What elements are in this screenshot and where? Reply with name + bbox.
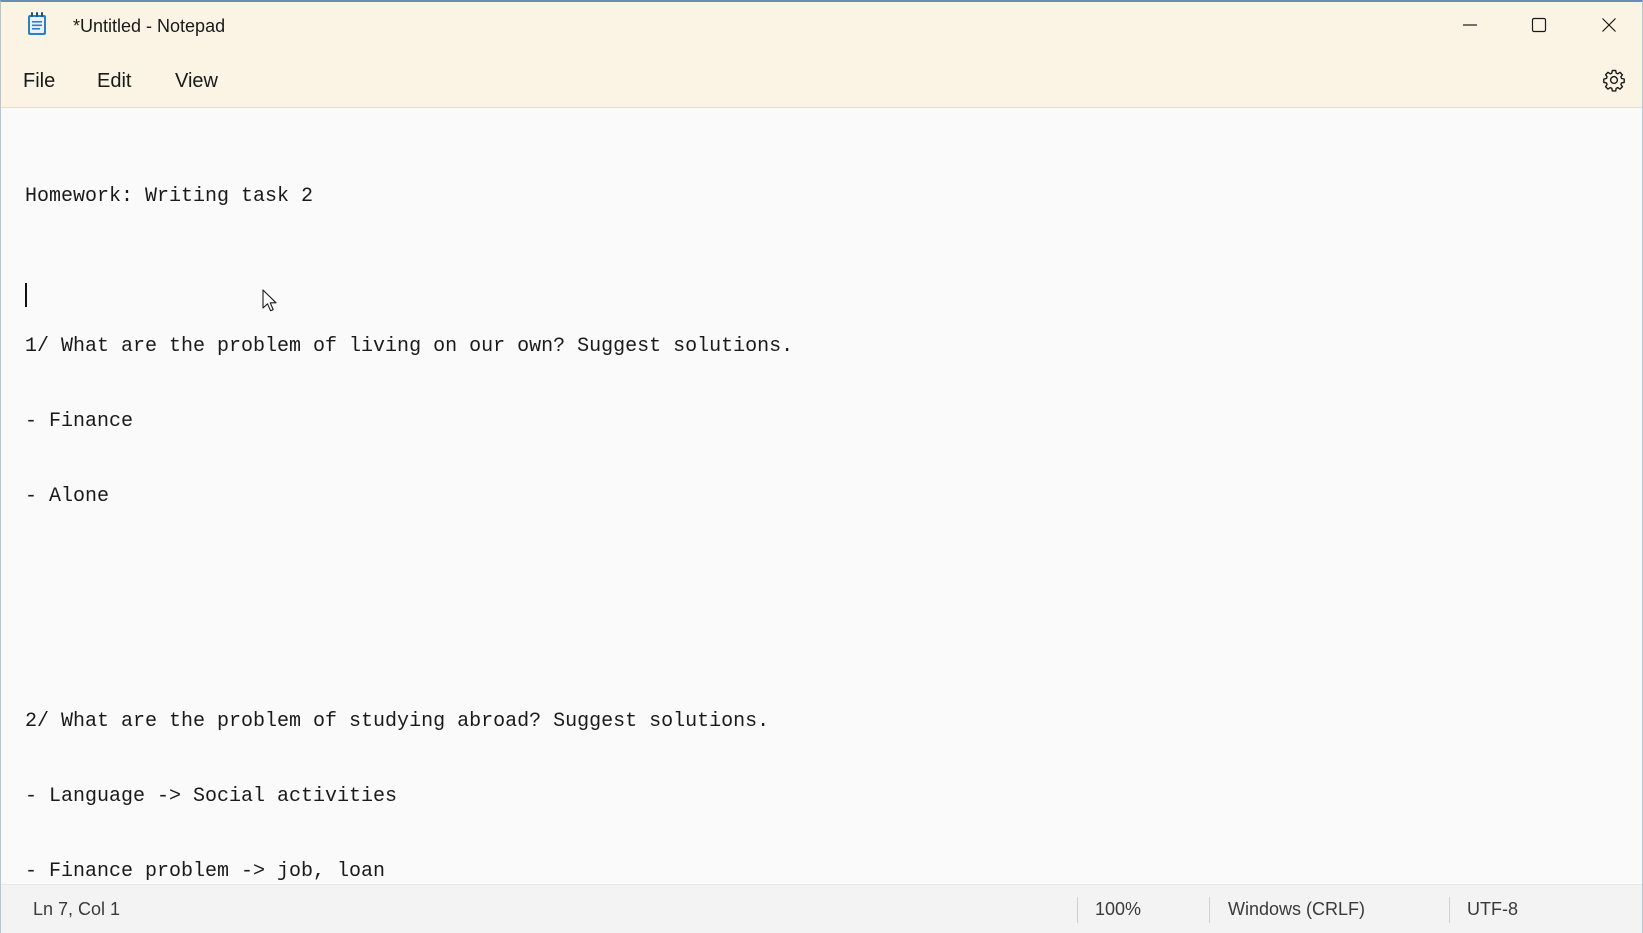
editor-line: 1/ What are the problem of living on our… <box>25 335 794 358</box>
editor-line: - Language -> Social activities <box>25 785 398 808</box>
editor-line: - Finance problem -> job, loan <box>25 860 386 883</box>
editor-line: - Finance <box>25 410 134 433</box>
menu-bar: File Edit View <box>1 60 1642 104</box>
encoding[interactable]: UTF-8 <box>1467 899 1518 920</box>
text-caret <box>25 283 27 307</box>
editor-content[interactable]: Homework: Writing task 2 1/ What are the… <box>25 134 793 933</box>
zoom-level[interactable]: 100% <box>1095 899 1141 920</box>
maximize-icon <box>1531 17 1547 33</box>
gear-icon <box>1602 68 1626 97</box>
mouse-pointer-icon <box>262 289 278 318</box>
line-ending[interactable]: Windows (CRLF) <box>1228 899 1365 920</box>
notepad-window: *Untitled - Notepad File Edit View Homew… <box>0 0 1643 933</box>
window-title: *Untitled - Notepad <box>73 16 226 36</box>
editor-line: - Alone <box>25 485 110 508</box>
close-button[interactable] <box>1574 2 1643 48</box>
status-bar: Ln 7, Col 1 100% Windows (CRLF) UTF-8 <box>1 884 1642 933</box>
menu-edit[interactable]: Edit <box>95 70 133 93</box>
title-bar[interactable]: *Untitled - Notepad <box>1 2 1642 48</box>
minimize-button[interactable] <box>1435 2 1505 48</box>
maximize-button[interactable] <box>1504 2 1574 48</box>
status-divider <box>1449 897 1450 923</box>
status-divider <box>1209 897 1210 923</box>
editor-line: Homework: Writing task 2 <box>25 185 314 208</box>
editor-line: 2/ What are the problem of studying abro… <box>25 710 770 733</box>
status-divider <box>1077 897 1078 923</box>
menu-file[interactable]: File <box>21 70 57 93</box>
notepad-icon <box>27 12 47 36</box>
minimize-icon <box>1462 17 1478 33</box>
cursor-position[interactable]: Ln 7, Col 1 <box>33 899 120 920</box>
menu-view[interactable]: View <box>173 70 220 93</box>
close-icon <box>1601 17 1617 33</box>
window-chrome: *Untitled - Notepad File Edit View <box>1 2 1642 108</box>
text-editor[interactable]: Homework: Writing task 2 1/ What are the… <box>1 108 1642 886</box>
settings-button[interactable] <box>1598 66 1630 98</box>
